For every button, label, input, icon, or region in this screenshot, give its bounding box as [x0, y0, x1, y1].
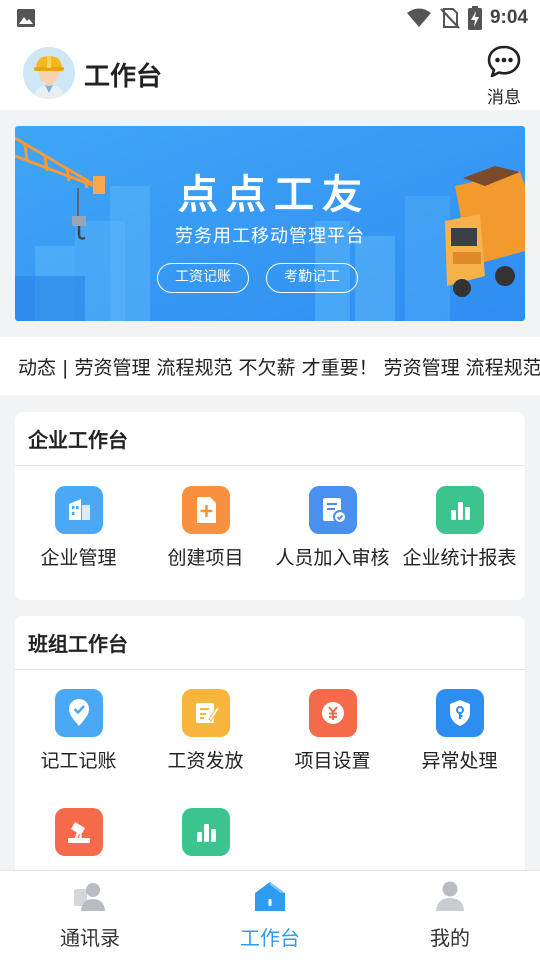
news-marquee[interactable]: 动态 | 劳资管理 流程规范 不欠薪 才重要！ 劳资管理 流程规范	[0, 337, 540, 395]
add-document-icon	[181, 486, 230, 534]
enterprise-workbench-title: 企业工作台	[15, 412, 525, 466]
status-bar: 9:04	[0, 0, 540, 36]
bar-chart-icon	[435, 486, 484, 534]
messages-label: 消息	[487, 88, 521, 108]
battery-charging-icon	[467, 6, 482, 30]
clock-time: 9:04	[489, 7, 528, 28]
salary-payment-label: 工资发放	[167, 750, 244, 772]
project-settings-button[interactable]: 项目设置	[269, 689, 396, 773]
team-workbench-title: 班组工作台	[15, 616, 525, 670]
enterprise-management-label: 企业管理	[40, 547, 117, 569]
tab-profile-label: 我的	[430, 926, 470, 950]
review-document-icon	[308, 486, 357, 534]
edit-note-icon	[181, 689, 230, 737]
work-record-button[interactable]: 记工记账	[15, 689, 142, 773]
yuan-icon	[308, 689, 357, 737]
exception-handling-button[interactable]: 异常处理	[396, 689, 523, 773]
banner-subtitle: 劳务用工移动管理平台	[175, 226, 365, 247]
gallery-icon	[17, 9, 35, 27]
project-settings-label: 项目设置	[294, 750, 371, 772]
shield-key-icon	[435, 689, 484, 737]
marquee-text: 动态 | 劳资管理 流程规范 不欠薪 才重要！ 劳资管理 流程规范	[18, 357, 540, 379]
messages-button[interactable]: 消息	[482, 44, 526, 108]
promo-banner[interactable]: 点点工友 劳务用工移动管理平台 工资记账 考勤记工	[15, 126, 525, 321]
app-header: 工作台 消息	[0, 36, 540, 110]
no-sim-icon	[440, 8, 460, 29]
tab-workbench-label: 工作台	[240, 926, 300, 950]
bar-chart-icon	[181, 808, 230, 856]
team-workbench-card: 班组工作台 记工记账 工资发放 项目设置 异常处理 统计报表 人事备	[15, 616, 525, 886]
worker-hardhat-avatar	[23, 47, 75, 99]
banner-tag-attendance: 考勤记工	[266, 263, 358, 293]
tab-profile[interactable]: 我的	[360, 871, 540, 960]
banner-title: 点点工友	[178, 172, 370, 218]
profile-icon	[436, 881, 464, 911]
work-record-label: 记工记账	[40, 750, 117, 772]
building-icon	[54, 486, 103, 534]
enterprise-report-label: 企业统计报表	[402, 547, 517, 569]
create-project-button[interactable]: 创建项目	[142, 486, 269, 570]
wifi-icon	[406, 8, 431, 27]
enterprise-management-button[interactable]: 企业管理	[15, 486, 142, 570]
enterprise-workbench-card: 企业工作台 企业管理 创建项目 人员加入审核 企业统计报表	[15, 412, 525, 600]
tab-contacts[interactable]: 通讯录	[0, 871, 180, 960]
exception-handling-label: 异常处理	[421, 750, 498, 772]
tab-workbench[interactable]: 工作台	[180, 871, 360, 960]
page-title: 工作台	[84, 62, 163, 92]
contacts-icon	[74, 883, 105, 911]
home-icon	[255, 882, 285, 911]
member-join-review-button[interactable]: 人员加入审核	[269, 486, 396, 570]
bottom-tab-bar: 通讯录 工作台 我的	[0, 870, 540, 960]
avatar[interactable]	[23, 47, 75, 99]
location-check-icon	[54, 689, 103, 737]
member-join-review-label: 人员加入审核	[275, 547, 390, 569]
chat-bubble-icon	[487, 45, 521, 78]
banner-tag-payroll: 工资记账	[157, 263, 249, 293]
create-project-label: 创建项目	[167, 547, 244, 569]
stamp-icon	[54, 808, 103, 856]
tab-contacts-label: 通讯录	[60, 926, 120, 950]
salary-payment-button[interactable]: 工资发放	[142, 689, 269, 773]
enterprise-report-button[interactable]: 企业统计报表	[396, 486, 523, 570]
